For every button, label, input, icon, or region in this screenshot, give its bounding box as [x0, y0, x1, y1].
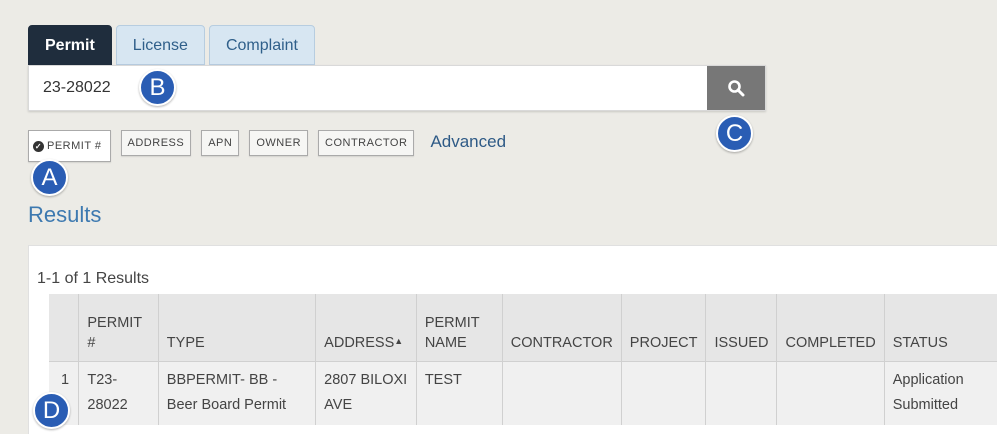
cell-project — [621, 360, 707, 425]
check-icon: ✓ — [33, 140, 44, 152]
column-header-issued[interactable]: ISSUED — [705, 294, 778, 361]
callout-marker-d: D — [33, 392, 70, 429]
module-tabs: Permit License Complaint — [28, 25, 315, 65]
column-header-rownum — [49, 294, 80, 361]
results-table: PERMIT # TYPE ADDRESS▲ PERMIT NAME CONTR… — [49, 294, 997, 425]
callout-marker-a: A — [31, 159, 68, 196]
column-header-permit[interactable]: PERMIT # — [78, 294, 159, 361]
results-panel: 1-1 of 1 Results PERMIT # TYPE ADDRESS▲ … — [28, 245, 997, 434]
column-header-contractor[interactable]: CONTRACTOR — [502, 294, 622, 361]
search-button[interactable] — [707, 66, 765, 110]
callout-marker-c: C — [716, 115, 753, 152]
results-heading: Results — [28, 202, 102, 227]
cell-status: Application Submitted — [884, 360, 997, 425]
chip-address[interactable]: ADDRESS — [120, 130, 192, 156]
advanced-search-link[interactable]: Advanced — [430, 130, 506, 154]
cell-completed — [776, 360, 885, 425]
callout-marker-b: B — [139, 69, 176, 106]
sort-ascending-icon: ▲ — [394, 335, 404, 346]
cell-permit-name: TEST — [416, 360, 503, 425]
chip-apn[interactable]: APN — [201, 130, 240, 156]
search-input[interactable] — [29, 66, 709, 110]
table-header-row: PERMIT # TYPE ADDRESS▲ PERMIT NAME CONTR… — [49, 294, 997, 361]
tab-license[interactable]: License — [115, 25, 205, 65]
cell-issued — [705, 360, 778, 425]
cell-contractor — [502, 360, 622, 425]
chip-permit-number[interactable]: ✓ PERMIT # — [28, 130, 111, 162]
tab-complaint[interactable]: Complaint — [208, 25, 315, 65]
column-header-project[interactable]: PROJECT — [621, 294, 707, 361]
cell-permit[interactable]: T23-28022 — [78, 360, 159, 425]
column-header-permit-name[interactable]: PERMIT NAME — [416, 294, 503, 361]
results-count: 1-1 of 1 Results — [37, 270, 150, 287]
column-header-address-label: ADDRESS — [324, 334, 395, 351]
chip-label: PERMIT # — [47, 140, 102, 152]
tab-permit[interactable]: Permit — [28, 25, 112, 65]
search-filter-chips: ✓ PERMIT # ADDRESS APN OWNER CONTRACTOR … — [28, 130, 506, 162]
cell-address: 2807 BILOXI AVE — [315, 360, 417, 425]
table-row[interactable]: 1 T23-28022 BBPERMIT- BB - Beer Board Pe… — [49, 360, 997, 425]
cell-type: BBPERMIT- BB - Beer Board Permit — [158, 360, 317, 425]
column-header-address[interactable]: ADDRESS▲ — [315, 294, 417, 361]
column-header-status[interactable]: STATUS — [884, 294, 997, 361]
column-header-completed[interactable]: COMPLETED — [776, 294, 885, 361]
chip-contractor[interactable]: CONTRACTOR — [318, 130, 415, 156]
column-header-type[interactable]: TYPE — [158, 294, 317, 361]
chip-owner[interactable]: OWNER — [249, 130, 309, 156]
search-icon — [728, 80, 745, 97]
